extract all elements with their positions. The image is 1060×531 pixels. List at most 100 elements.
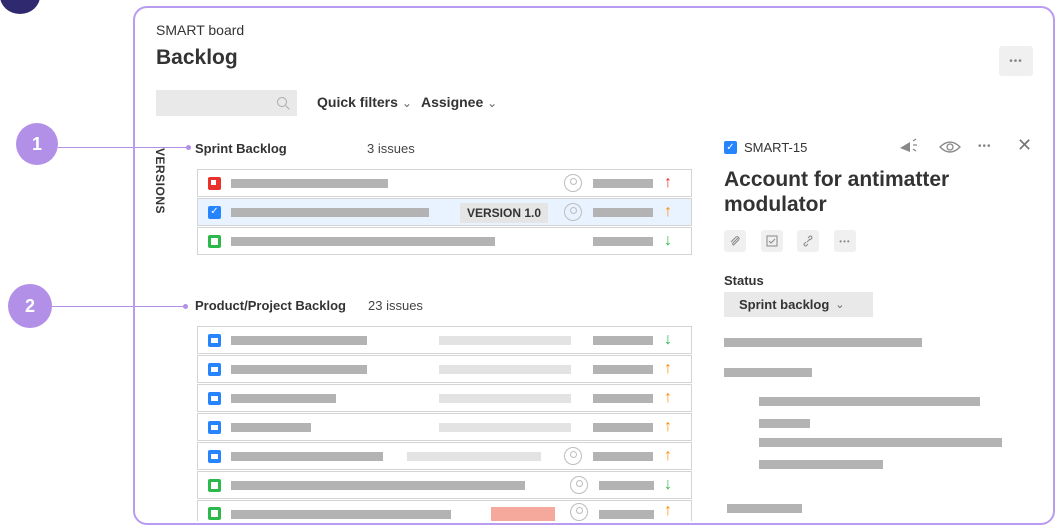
issue-summary-placeholder <box>231 336 367 345</box>
more-icon: ••• <box>1009 55 1023 67</box>
priority-low-icon: ↓ <box>664 331 672 348</box>
avatar[interactable] <box>564 174 582 192</box>
epic-placeholder <box>439 423 571 432</box>
issue-key[interactable]: ✓ SMART-15 <box>724 140 807 155</box>
search-input[interactable] <box>156 90 297 116</box>
epic-placeholder <box>439 394 571 403</box>
assignee-placeholder <box>593 208 653 217</box>
issue-summary-placeholder <box>231 452 383 461</box>
task-icon <box>208 334 221 347</box>
subtask-icon[interactable] <box>761 230 783 252</box>
description-placeholder <box>724 338 922 347</box>
epic-placeholder <box>439 336 571 345</box>
assignee-placeholder <box>593 423 653 432</box>
description-placeholder <box>759 460 883 469</box>
attach-icon[interactable] <box>724 230 746 252</box>
search-icon-handle <box>285 105 290 110</box>
product-backlog-title[interactable]: Product/Project Backlog <box>195 298 346 313</box>
issue-summary-placeholder <box>231 237 495 246</box>
priority-highest-icon: ↑ <box>664 174 672 191</box>
board-name[interactable]: SMART board <box>156 22 244 38</box>
issue-summary-placeholder <box>231 394 336 403</box>
product-issue-count: 23 issues <box>368 298 423 313</box>
callout-1: 1 <box>16 123 58 165</box>
task-checkbox-icon: ✓ <box>724 141 737 154</box>
sprint-issue-count: 3 issues <box>367 141 415 156</box>
assignee-placeholder <box>593 452 653 461</box>
description-placeholder <box>759 419 810 428</box>
status-label: Status <box>724 273 764 288</box>
priority-high-icon: ↑ <box>664 502 672 519</box>
link-icon[interactable] <box>797 230 819 252</box>
sprint-issue-row-selected[interactable]: ✓ VERSION 1.0 ↑ <box>197 198 692 226</box>
backlog-issue-row[interactable]: ↑ <box>197 355 692 383</box>
assignee-placeholder <box>593 365 653 374</box>
watch-icon[interactable] <box>939 139 961 160</box>
story-icon <box>208 507 221 520</box>
corner-dot <box>0 0 40 14</box>
chevron-down-icon: ⌄ <box>401 96 412 110</box>
assignee-placeholder <box>599 510 654 519</box>
issue-summary-placeholder <box>231 481 525 490</box>
description-placeholder <box>759 397 980 406</box>
issue-summary-placeholder <box>231 423 311 432</box>
sprint-issue-row[interactable]: ↑ <box>197 169 692 197</box>
chevron-down-icon: ⌄ <box>487 96 498 110</box>
task-icon <box>208 450 221 463</box>
callout-2: 2 <box>8 284 52 328</box>
description-placeholder <box>759 438 1002 447</box>
quick-filters-dropdown[interactable]: Quick filters ⌄ <box>317 94 412 110</box>
assignee-placeholder <box>599 481 654 490</box>
task-icon <box>208 363 221 376</box>
avatar[interactable] <box>564 447 582 465</box>
flag-placeholder <box>491 507 555 521</box>
description-placeholder <box>724 368 812 377</box>
versions-tab[interactable]: VERSIONS <box>153 148 167 214</box>
priority-high-icon: ↑ <box>664 203 672 220</box>
avatar[interactable] <box>570 476 588 494</box>
epic-placeholder <box>439 365 571 374</box>
priority-high-icon: ↑ <box>664 418 672 435</box>
assignee-placeholder <box>593 237 653 246</box>
issue-title: Account for antimatter modulator <box>724 168 950 216</box>
toolbar-more-icon[interactable]: ••• <box>834 230 856 252</box>
issue-summary-placeholder <box>231 510 451 519</box>
task-icon <box>208 421 221 434</box>
story-icon <box>208 479 221 492</box>
priority-high-icon: ↑ <box>664 389 672 406</box>
priority-high-icon: ↑ <box>664 447 672 464</box>
close-icon[interactable]: ✕ <box>1017 135 1032 156</box>
backlog-issue-row[interactable]: ↑ <box>197 413 692 441</box>
priority-low-icon: ↓ <box>664 232 672 249</box>
priority-low-icon: ↓ <box>664 476 672 493</box>
sprint-backlog-title[interactable]: Sprint Backlog <box>195 141 287 156</box>
priority-high-icon: ↑ <box>664 360 672 377</box>
page-title: Backlog <box>156 46 238 69</box>
status-dropdown[interactable]: Sprint backlog ⌄ <box>724 292 873 317</box>
task-icon <box>208 392 221 405</box>
assignee-placeholder <box>593 179 653 188</box>
backlog-issue-row[interactable]: ↑ <box>197 384 692 412</box>
bug-icon <box>208 177 221 190</box>
assignee-placeholder <box>593 394 653 403</box>
issue-summary-placeholder <box>231 365 367 374</box>
feedback-icon[interactable] <box>898 138 920 157</box>
story-icon <box>208 235 221 248</box>
detail-more-icon[interactable]: ••• <box>978 141 992 152</box>
backlog-issue-row[interactable]: ↑ <box>197 442 692 470</box>
backlog-issue-row[interactable]: ↓ <box>197 326 692 354</box>
description-placeholder <box>727 504 802 513</box>
version-tag[interactable]: VERSION 1.0 <box>460 203 549 223</box>
avatar[interactable] <box>570 503 588 521</box>
header-more-button[interactable]: ••• <box>999 46 1033 76</box>
assignee-dropdown[interactable]: Assignee ⌄ <box>421 94 497 110</box>
chevron-down-icon: ⌄ <box>835 299 845 311</box>
issue-summary-placeholder <box>231 179 388 188</box>
sprint-issue-row[interactable]: ↓ <box>197 227 692 255</box>
issue-summary-placeholder <box>231 208 429 217</box>
backlog-issue-row[interactable]: ↓ <box>197 471 692 499</box>
task-checkbox-icon: ✓ <box>208 206 221 219</box>
avatar[interactable] <box>564 203 582 221</box>
backlog-issue-row[interactable]: ↑ <box>197 500 692 521</box>
epic-placeholder <box>407 452 541 461</box>
